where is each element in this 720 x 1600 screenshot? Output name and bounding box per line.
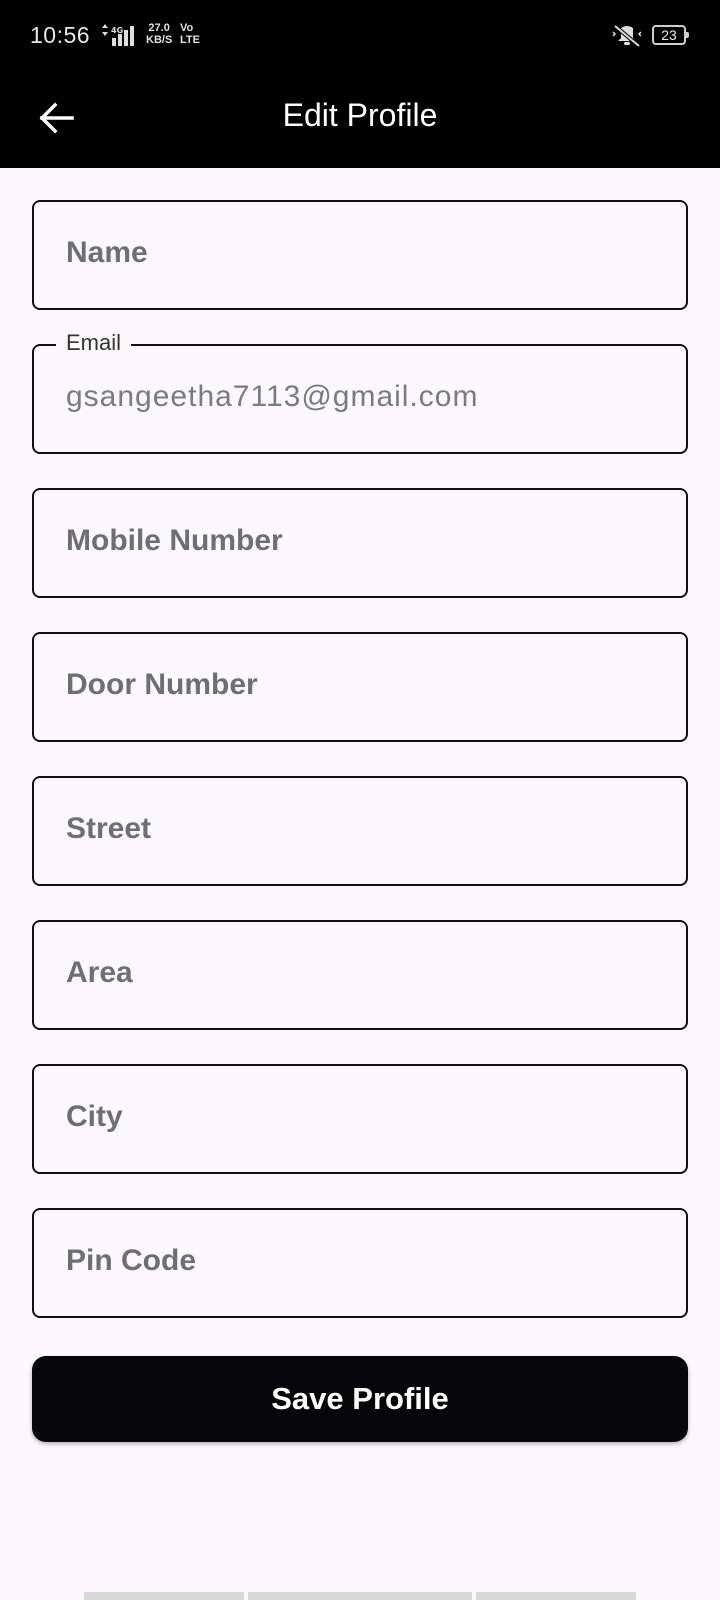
mute-icon xyxy=(612,24,642,48)
pin-code-field[interactable]: Pin Code xyxy=(32,1208,688,1318)
status-time: 10:56 xyxy=(30,22,91,48)
email-field[interactable]: Email gsangeetha7113@gmail.com xyxy=(32,330,688,454)
volte-line1: Vo xyxy=(180,22,194,34)
door-number-field[interactable]: Door Number xyxy=(32,632,688,742)
email-value: gsangeetha7113@gmail.com xyxy=(66,380,479,413)
nav-segment xyxy=(84,1592,244,1600)
speed-unit: KB/S xyxy=(146,34,173,46)
city-field[interactable]: City xyxy=(32,1064,688,1174)
volte-indicator: Vo LTE xyxy=(180,22,200,46)
nav-segment xyxy=(476,1592,636,1600)
page-title: Edit Profile xyxy=(282,97,438,133)
name-field[interactable]: Name xyxy=(32,200,688,310)
door-number-placeholder: Door Number xyxy=(66,668,258,701)
nav-segment xyxy=(248,1592,472,1600)
gesture-nav-bar xyxy=(84,1592,636,1600)
volte-line2: LTE xyxy=(180,34,200,46)
save-profile-button[interactable]: Save Profile xyxy=(32,1356,688,1442)
street-field[interactable]: Street xyxy=(32,776,688,886)
status-bar: 10:56 4G 27.0 KB/S Vo LTE 23 xyxy=(0,0,720,70)
battery-icon: 23 xyxy=(652,25,689,45)
mobile-number-placeholder: Mobile Number xyxy=(66,524,283,557)
email-label: Email xyxy=(56,330,132,356)
app-bar: Edit Profile xyxy=(0,70,720,168)
area-field[interactable]: Area xyxy=(32,920,688,1030)
street-placeholder: Street xyxy=(66,812,152,845)
name-placeholder: Name xyxy=(66,236,148,269)
city-placeholder: City xyxy=(66,1100,123,1133)
speed-value: 27.0 xyxy=(148,22,170,34)
mobile-number-field[interactable]: Mobile Number xyxy=(32,488,688,598)
area-placeholder: Area xyxy=(66,956,133,989)
network-speed: 27.0 KB/S xyxy=(146,22,172,46)
svg-text:4G: 4G xyxy=(111,26,123,35)
signal-icon: 4G xyxy=(102,24,134,46)
pin-code-placeholder: Pin Code xyxy=(66,1244,197,1277)
